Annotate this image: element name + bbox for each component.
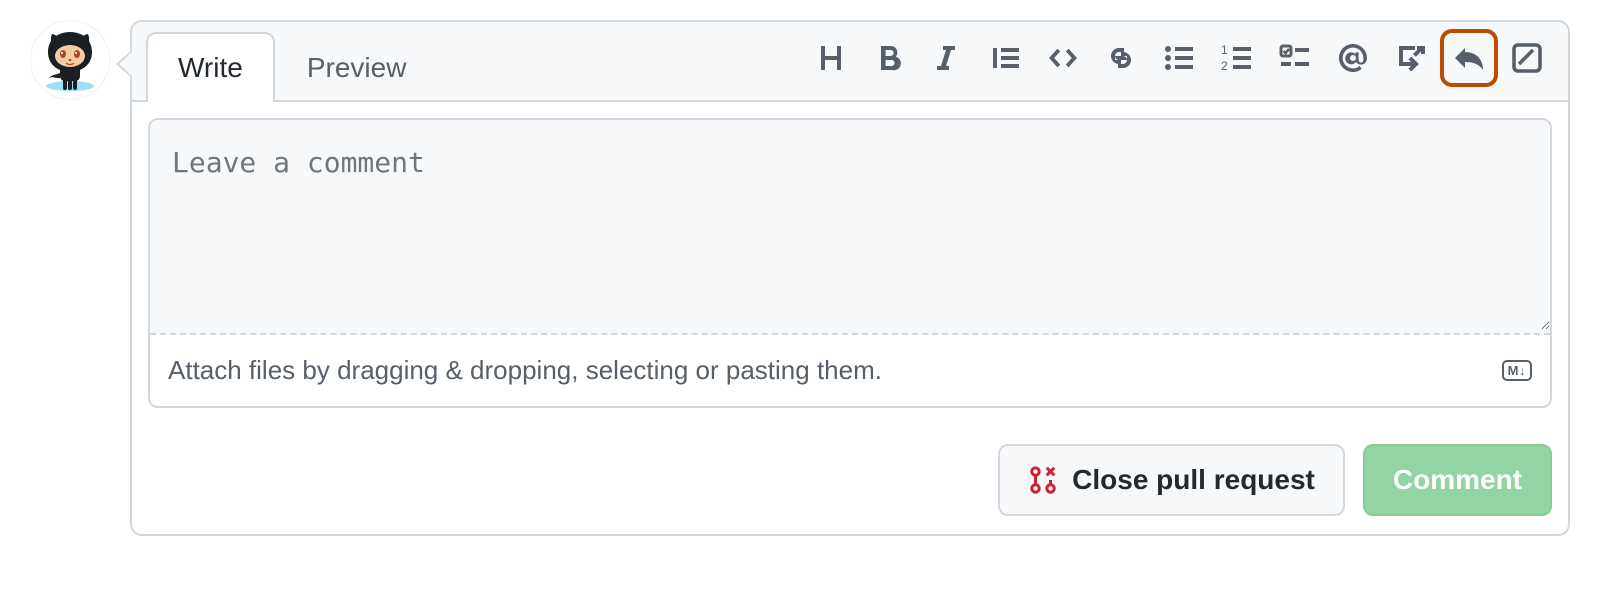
close-pull-request-button[interactable]: Close pull request — [998, 444, 1345, 516]
octocat-icon — [38, 28, 102, 92]
comment-textarea[interactable] — [150, 120, 1550, 330]
comment-tabnav: Write Preview 12 — [132, 22, 1568, 102]
attach-files-hint-row[interactable]: Attach files by dragging & dropping, sel… — [150, 335, 1550, 406]
bold-icon[interactable] — [866, 35, 912, 81]
reply-icon[interactable] — [1446, 35, 1492, 81]
comment-button[interactable]: Comment — [1363, 444, 1552, 516]
git-pull-request-closed-icon — [1028, 465, 1058, 495]
markdown-badge-icon[interactable]: M↓ — [1502, 360, 1532, 381]
tab-preview[interactable]: Preview — [275, 32, 439, 102]
suggestion-icon[interactable] — [1504, 35, 1550, 81]
tab-write[interactable]: Write — [146, 32, 275, 102]
markdown-toolbar: 12 — [808, 35, 1556, 95]
link-icon[interactable] — [1098, 35, 1144, 81]
svg-text:2: 2 — [1221, 59, 1228, 73]
tasklist-icon[interactable] — [1272, 35, 1318, 81]
close-pull-request-label: Close pull request — [1072, 464, 1315, 496]
comment-footer: Close pull request Comment — [132, 424, 1568, 534]
code-icon[interactable] — [1040, 35, 1086, 81]
comment-body: Attach files by dragging & dropping, sel… — [132, 102, 1568, 424]
quote-icon[interactable] — [982, 35, 1028, 81]
new-comment-timeline-item: Write Preview 12 — [30, 20, 1570, 536]
ordered-list-icon[interactable]: 12 — [1214, 35, 1260, 81]
avatar — [30, 20, 110, 100]
comment-box: Write Preview 12 — [130, 20, 1570, 536]
attach-files-hint: Attach files by dragging & dropping, sel… — [168, 355, 882, 386]
comment-button-label: Comment — [1393, 464, 1522, 496]
cross-reference-icon[interactable] — [1388, 35, 1434, 81]
heading-icon[interactable] — [808, 35, 854, 81]
comment-field-wrap: Attach files by dragging & dropping, sel… — [148, 118, 1552, 408]
mention-icon[interactable] — [1330, 35, 1376, 81]
italic-icon[interactable] — [924, 35, 970, 81]
svg-text:1: 1 — [1221, 43, 1228, 57]
unordered-list-icon[interactable] — [1156, 35, 1202, 81]
